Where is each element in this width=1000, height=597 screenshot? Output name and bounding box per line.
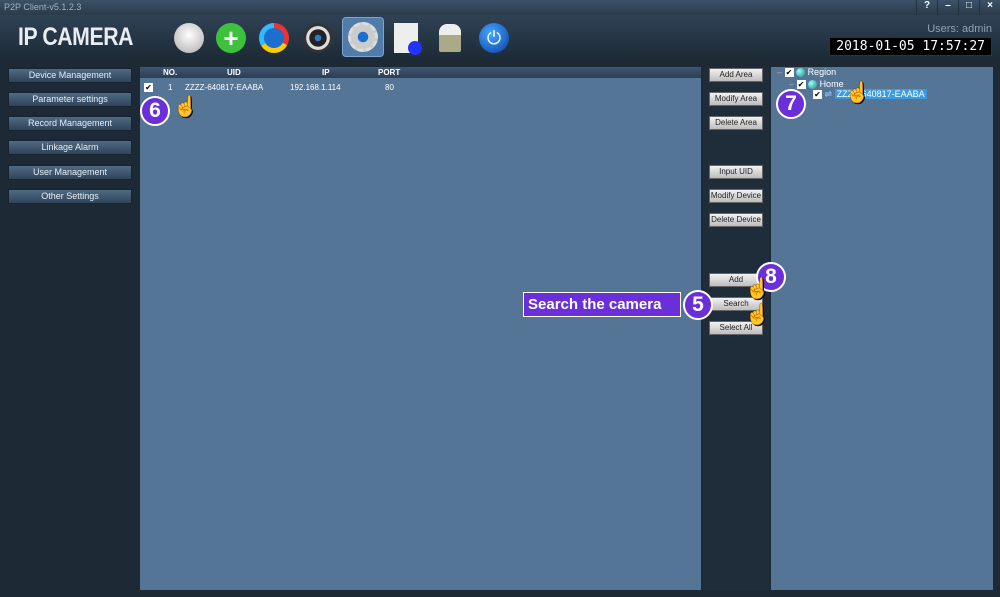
input-uid-button[interactable]: Input UID [709,165,763,179]
current-user: Users: admin [927,23,992,35]
callout-search-camera: Search the camera [523,292,681,317]
reel-icon[interactable] [300,20,336,56]
title-bar: P2P Client-v5.1.2.3 ? – □ × [0,0,1000,15]
column-uid[interactable]: UID [227,68,241,77]
power-icon[interactable]: ⏻ [476,20,512,56]
help-button[interactable]: ? [916,0,937,15]
hand-cursor-icon: ☝ [845,82,870,104]
logo: IP CAMERA [18,23,134,51]
window-title: P2P Client-v5.1.2.3 [4,2,82,12]
maximize-button[interactable]: □ [958,0,979,15]
step-badge-7: 7 [776,89,806,119]
row-checkbox[interactable]: ✔ [144,83,153,92]
area-tree-panel: – ✔ Region – ✔ Home ✔ ⇌ ZZZZ-640817-EAAB… [771,67,993,590]
home-label: Home [819,79,844,89]
table-row[interactable]: ✔ 1 ZZZZ-640817-EAABA 192.168.1.114 80 [140,80,701,94]
settings-icon[interactable] [342,17,384,57]
add-icon[interactable]: + [213,20,249,56]
header: IP CAMERA + ⏻ Users: admin 2018-01-05 17… [0,15,1000,60]
sidebar-item-user-management[interactable]: User Management [8,165,132,180]
tree-node-home[interactable]: – ✔ Home [789,79,844,90]
hand-cursor-icon: ☝ [173,96,198,118]
cell-no: 1 [168,83,173,92]
globe-icon [796,68,806,78]
cell-ip: 192.168.1.114 [290,83,341,92]
region-label: Region [807,67,837,77]
region-checkbox[interactable]: ✔ [784,68,794,77]
sidebar-item-linkage-alarm[interactable]: Linkage Alarm [8,140,132,155]
hand-cursor-icon: ☝ [745,278,770,300]
play-icon[interactable] [256,20,292,56]
column-no[interactable]: NO. [163,68,177,77]
modify-area-button[interactable]: Modify Area [709,92,763,106]
camera-icon[interactable] [171,20,207,56]
step-badge-5: 5 [683,290,713,320]
column-port[interactable]: PORT [378,68,400,77]
tree-node-region[interactable]: – ✔ Region [777,67,837,78]
log-icon[interactable] [388,20,424,56]
device-icon: ⇌ [824,89,833,99]
delete-area-button[interactable]: Delete Area [709,116,763,130]
add-area-button[interactable]: Add Area [709,68,763,82]
cell-uid: ZZZZ-640817-EAABA [185,83,264,92]
datetime-display: 2018-01-05 17:57:27 [829,37,992,56]
close-button[interactable]: × [979,0,1000,15]
sidebar-item-device-management[interactable]: Device Management [8,68,132,83]
modify-device-button[interactable]: Modify Device [709,189,763,203]
cell-port: 80 [385,83,394,92]
step-badge-6: 6 [140,96,170,126]
minimize-button[interactable]: – [937,0,958,15]
table-header: NO. UID IP PORT [140,67,701,78]
sidebar-item-parameter-settings[interactable]: Parameter settings [8,92,132,107]
column-ip[interactable]: IP [322,68,330,77]
hand-cursor-icon: ☝ [745,304,770,326]
device-search-list: NO. UID IP PORT ✔ 1 ZZZZ-640817-EAABA 19… [140,67,701,590]
device-checkbox[interactable]: ✔ [813,90,822,99]
lock-icon[interactable] [432,20,468,56]
sidebar-item-other-settings[interactable]: Other Settings [8,189,132,204]
delete-device-button[interactable]: Delete Device [709,213,763,227]
globe-icon [808,80,818,90]
sidebar-item-record-management[interactable]: Record Management [8,116,132,131]
home-checkbox[interactable]: ✔ [796,80,806,89]
